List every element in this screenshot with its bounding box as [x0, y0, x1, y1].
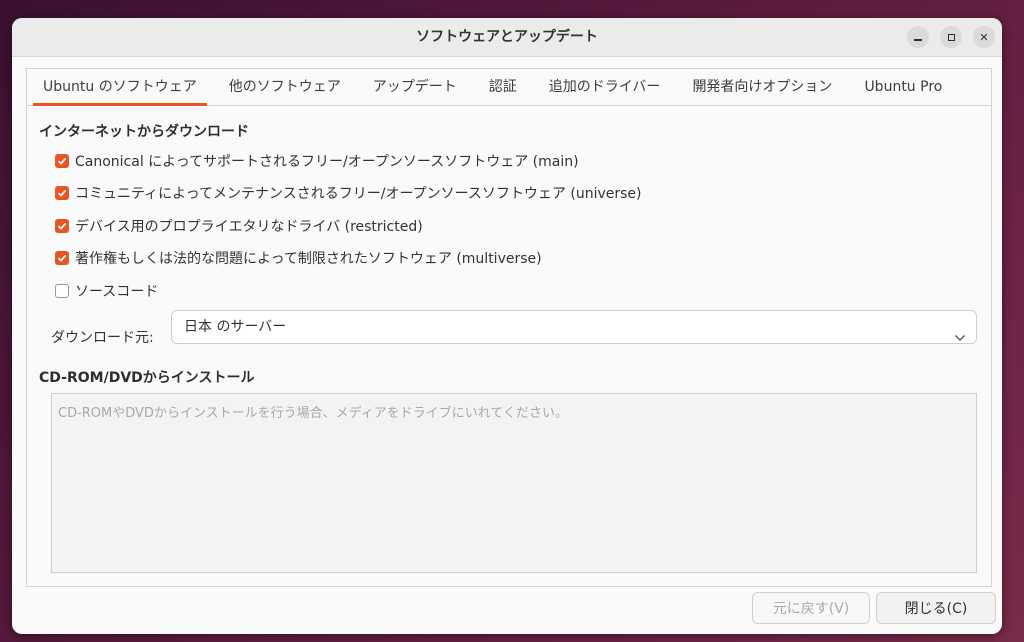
tab-additional-drivers[interactable]: 追加のドライバー	[533, 69, 677, 105]
tab-ubuntu-software[interactable]: Ubuntu のソフトウェア	[27, 69, 213, 106]
cdrom-heading: CD-ROM/DVDからインストール	[39, 370, 255, 386]
revert-button[interactable]: 元に戻す(V)	[752, 592, 870, 624]
option-restricted-label: デバイス用のプロプライエタリなドライバ (restricted)	[75, 219, 423, 235]
download-source-select[interactable]: 日本 のサーバー	[171, 310, 977, 344]
cdrom-placeholder: CD-ROMやDVDからインストールを行う場合、メディアをドライブにいれてくださ…	[58, 406, 568, 421]
option-multiverse[interactable]: 著作権もしくは法的な問題によって制限されたソフトウェア (multiverse)	[55, 248, 542, 268]
maximize-icon	[947, 33, 955, 41]
download-source-value: 日本 のサーバー	[184, 319, 287, 335]
minimize-icon	[914, 39, 922, 41]
close-window-button[interactable]: ✕	[973, 26, 995, 48]
software-updates-window: ソフトウェアとアップデート ✕ Ubuntu のソフトウェア 他のソフトウェア …	[12, 18, 1002, 634]
cdrom-media-list[interactable]: CD-ROMやDVDからインストールを行う場合、メディアをドライブにいれてくださ…	[51, 393, 977, 573]
tab-ubuntu-pro[interactable]: Ubuntu Pro	[848, 69, 958, 105]
download-heading: インターネットからダウンロード	[39, 124, 249, 140]
titlebar[interactable]: ソフトウェアとアップデート ✕	[12, 18, 1002, 57]
tab-updates[interactable]: アップデート	[357, 69, 473, 105]
close-button[interactable]: 閉じる(C)	[876, 592, 996, 624]
minimize-button[interactable]	[907, 26, 929, 48]
tab-bar: Ubuntu のソフトウェア 他のソフトウェア アップデート 認証 追加のドライ…	[27, 69, 991, 106]
close-icon: ✕	[979, 30, 989, 44]
option-main-label: Canonical によってサポートされるフリー/オープンソースソフトウェア (…	[75, 154, 579, 170]
option-restricted[interactable]: デバイス用のプロプライエタリなドライバ (restricted)	[55, 216, 423, 236]
checkbox-unchecked-icon[interactable]	[55, 284, 69, 298]
tab-notebook: Ubuntu のソフトウェア 他のソフトウェア アップデート 認証 追加のドライ…	[26, 68, 992, 587]
option-universe[interactable]: コミュニティによってメンテナンスされるフリー/オープンソースソフトウェア (un…	[55, 183, 642, 203]
option-source-code-label: ソースコード	[75, 284, 159, 300]
option-universe-label: コミュニティによってメンテナンスされるフリー/オープンソースソフトウェア (un…	[75, 186, 642, 202]
option-source-code[interactable]: ソースコード	[55, 281, 158, 301]
checkbox-checked-icon[interactable]	[55, 154, 69, 168]
window-title: ソフトウェアとアップデート	[416, 29, 598, 45]
download-source-label: ダウンロード元:	[51, 330, 154, 346]
option-main[interactable]: Canonical によってサポートされるフリー/オープンソースソフトウェア (…	[55, 151, 579, 171]
maximize-button[interactable]	[940, 26, 962, 48]
checkbox-checked-icon[interactable]	[55, 186, 69, 200]
checkbox-checked-icon[interactable]	[55, 219, 69, 233]
tab-other-software[interactable]: 他のソフトウェア	[213, 69, 357, 105]
tab-developer-options[interactable]: 開発者向けオプション	[676, 69, 848, 105]
checkbox-checked-icon[interactable]	[55, 251, 69, 265]
chevron-down-icon	[954, 322, 966, 354]
option-multiverse-label: 著作権もしくは法的な問題によって制限されたソフトウェア (multiverse)	[75, 251, 542, 267]
tab-authentication[interactable]: 認証	[473, 69, 533, 105]
